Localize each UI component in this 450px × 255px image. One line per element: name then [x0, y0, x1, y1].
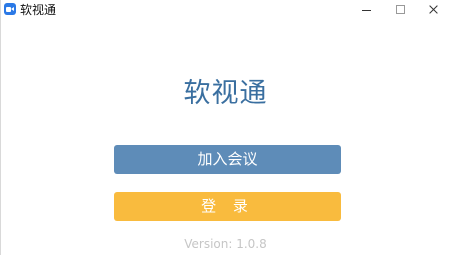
maximize-button[interactable]: [384, 0, 416, 20]
title-bar[interactable]: 软视通: [1, 0, 450, 20]
login-button[interactable]: 登 录: [114, 192, 341, 221]
video-camera-icon: [4, 3, 16, 15]
brand-title: 软视通: [183, 78, 268, 109]
maximize-icon: [396, 5, 405, 14]
close-button[interactable]: [418, 0, 450, 20]
minimize-icon: [362, 10, 371, 11]
window-title: 软视通: [20, 3, 57, 17]
minimize-button[interactable]: [351, 0, 383, 20]
version-label: Version: 1.0.8: [184, 237, 267, 251]
join-meeting-button[interactable]: 加入会议: [114, 145, 341, 174]
app-window: 软视通 软视通 加入会议 登 录 Version: 1.0.8: [0, 0, 450, 255]
